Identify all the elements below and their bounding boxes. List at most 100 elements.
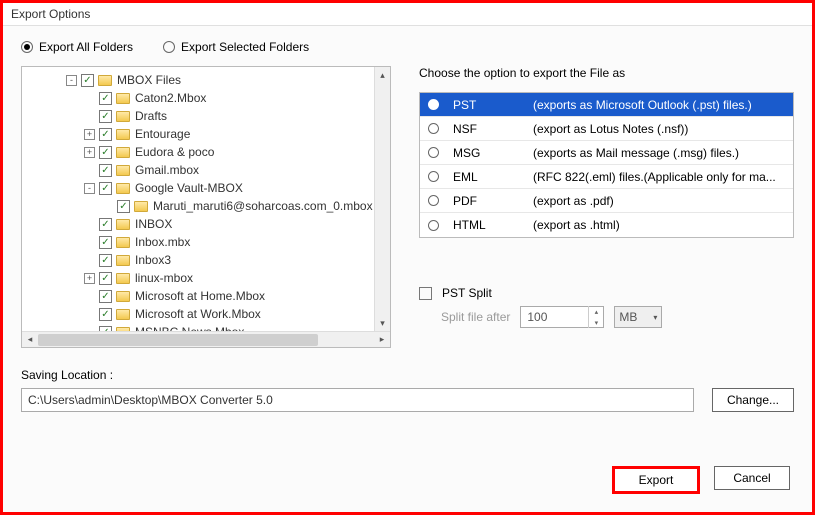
checkbox[interactable] — [99, 236, 112, 249]
scroll-down-icon[interactable]: ▾ — [375, 315, 390, 331]
format-name: MSG — [453, 146, 533, 160]
radio-export-all[interactable]: Export All Folders — [21, 40, 133, 54]
checkbox[interactable] — [99, 110, 112, 123]
format-option-eml[interactable]: EML(RFC 822(.eml) files.(Applicable only… — [420, 165, 793, 189]
checkbox[interactable] — [99, 218, 112, 231]
format-option-pdf[interactable]: PDF(export as .pdf) — [420, 189, 793, 213]
folder-icon — [98, 75, 112, 86]
tree-item[interactable]: Microsoft at Work.Mbox — [22, 305, 390, 323]
split-after-label: Split file after — [441, 310, 510, 324]
split-size-input[interactable]: 100 ▴ ▾ — [520, 306, 604, 328]
spin-up-icon[interactable]: ▴ — [589, 306, 603, 317]
tree-item-label: Drafts — [135, 109, 167, 123]
tree-item[interactable]: - Google Vault-MBOX — [22, 179, 390, 197]
pst-split-label: PST Split — [442, 286, 492, 300]
tree-item-label: Caton2.Mbox — [135, 91, 206, 105]
radio-icon — [428, 220, 439, 231]
checkbox[interactable] — [99, 272, 112, 285]
format-option-msg[interactable]: MSG(exports as Mail message (.msg) files… — [420, 141, 793, 165]
tree-item[interactable]: Microsoft at Home.Mbox — [22, 287, 390, 305]
tree-item-label: linux-mbox — [135, 271, 193, 285]
tree-item[interactable]: Drafts — [22, 107, 390, 125]
horizontal-scrollbar[interactable]: ◂ ▸ — [22, 331, 390, 347]
expand-icon[interactable]: + — [84, 129, 95, 140]
scroll-thumb[interactable] — [38, 334, 318, 346]
tree-item[interactable]: + linux-mbox — [22, 269, 390, 287]
folder-icon — [116, 291, 130, 302]
checkbox[interactable] — [99, 92, 112, 105]
radio-export-selected[interactable]: Export Selected Folders — [163, 40, 309, 54]
saving-location-input[interactable]: C:\Users\admin\Desktop\MBOX Converter 5.… — [21, 388, 694, 412]
scroll-left-icon[interactable]: ◂ — [22, 332, 38, 348]
collapse-icon[interactable]: - — [84, 183, 95, 194]
radio-icon — [163, 41, 175, 53]
folder-icon — [116, 219, 130, 230]
export-button[interactable]: Export — [612, 466, 700, 494]
tree-item-label: Microsoft at Home.Mbox — [135, 289, 265, 303]
checkbox[interactable] — [99, 254, 112, 267]
tree-item[interactable]: +Entourage — [22, 125, 390, 143]
pst-split-checkbox[interactable] — [419, 287, 432, 300]
tree-item[interactable]: INBOX — [22, 215, 390, 233]
export-format-list: PST(exports as Microsoft Outlook (.pst) … — [419, 92, 794, 238]
folder-icon — [116, 147, 130, 158]
checkbox[interactable] — [117, 200, 130, 213]
tree-item[interactable]: Gmail.mbox — [22, 161, 390, 179]
format-option-pst[interactable]: PST(exports as Microsoft Outlook (.pst) … — [420, 93, 793, 117]
folder-icon — [116, 237, 130, 248]
tree-item-label: INBOX — [135, 217, 172, 231]
format-name: PDF — [453, 194, 533, 208]
split-unit-select[interactable]: MB ▾ — [614, 306, 662, 328]
checkbox[interactable] — [81, 74, 94, 87]
format-option-nsf[interactable]: NSF(export as Lotus Notes (.nsf)) — [420, 117, 793, 141]
spin-down-icon[interactable]: ▾ — [589, 317, 603, 328]
scroll-up-icon[interactable]: ▴ — [375, 67, 390, 83]
folder-icon — [116, 309, 130, 320]
format-name: NSF — [453, 122, 533, 136]
tree-item[interactable]: Caton2.Mbox — [22, 89, 390, 107]
tree-item[interactable]: Inbox3 — [22, 251, 390, 269]
format-option-html[interactable]: HTML(export as .html) — [420, 213, 793, 237]
folder-tree[interactable]: -MBOX Files Caton2.Mbox Drafts +Entourage+E… — [21, 66, 391, 348]
radio-label: Export Selected Folders — [181, 40, 309, 54]
folder-icon — [116, 165, 130, 176]
collapse-icon[interactable]: - — [66, 75, 77, 86]
folder-icon — [116, 255, 130, 266]
scroll-right-icon[interactable]: ▸ — [374, 332, 390, 348]
checkbox[interactable] — [99, 146, 112, 159]
saving-location-label: Saving Location : — [21, 368, 794, 382]
change-button[interactable]: Change... — [712, 388, 794, 412]
choose-label: Choose the option to export the File as — [419, 66, 794, 80]
checkbox[interactable] — [99, 128, 112, 141]
tree-item[interactable]: -MBOX Files — [22, 71, 390, 89]
split-unit-value: MB — [619, 310, 637, 324]
folder-icon — [116, 129, 130, 140]
format-desc: (export as .html) — [533, 218, 785, 232]
window-title: Export Options — [11, 7, 90, 21]
radio-icon — [428, 171, 439, 182]
format-name: PST — [453, 98, 533, 112]
expand-icon[interactable]: + — [84, 147, 95, 158]
checkbox[interactable] — [99, 182, 112, 195]
saving-location-value: C:\Users\admin\Desktop\MBOX Converter 5.… — [28, 393, 273, 407]
tree-item-label: Microsoft at Work.Mbox — [135, 307, 261, 321]
radio-icon — [428, 123, 439, 134]
expand-icon[interactable]: + — [84, 273, 95, 284]
checkbox[interactable] — [99, 164, 112, 177]
folder-icon — [116, 111, 130, 122]
tree-item[interactable]: Maruti_maruti6@soharcoas.com_0.mbox — [22, 197, 390, 215]
checkbox[interactable] — [99, 308, 112, 321]
radio-label: Export All Folders — [39, 40, 133, 54]
tree-item-label: Google Vault-MBOX — [135, 181, 243, 195]
tree-item-label: Inbox3 — [135, 253, 171, 267]
checkbox[interactable] — [99, 290, 112, 303]
vertical-scrollbar[interactable]: ▴ ▾ — [374, 67, 390, 331]
radio-icon — [428, 195, 439, 206]
radio-icon — [428, 99, 439, 110]
tree-item[interactable]: Inbox.mbx — [22, 233, 390, 251]
cancel-button[interactable]: Cancel — [714, 466, 790, 490]
radio-icon — [428, 147, 439, 158]
tree-item-label: Gmail.mbox — [135, 163, 199, 177]
folder-icon — [134, 201, 148, 212]
tree-item[interactable]: +Eudora & poco — [22, 143, 390, 161]
